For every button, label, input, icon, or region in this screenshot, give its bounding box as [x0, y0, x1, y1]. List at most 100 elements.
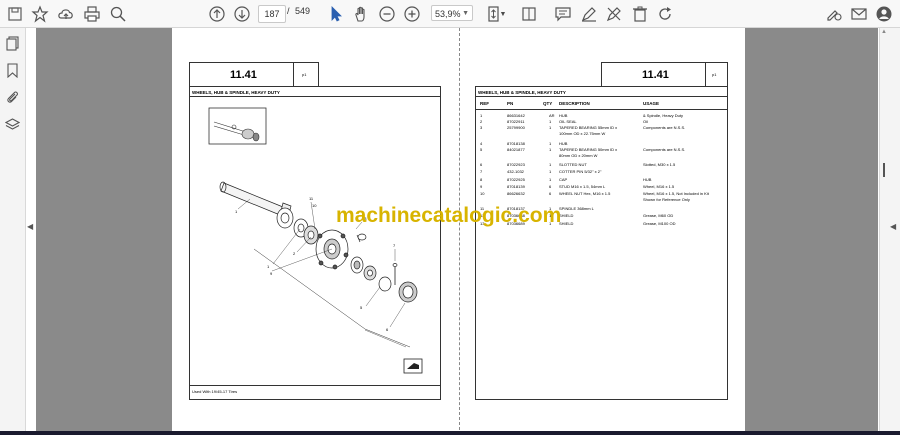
chevron-down-icon[interactable]: ▼ [498, 4, 508, 24]
right-prefix: p1 [712, 72, 717, 77]
cell-usage: Grease, M60 OD [643, 213, 674, 218]
left-section-number: 11.41 [230, 69, 257, 81]
col-header-pn: PN [507, 101, 514, 106]
zoom-level-select[interactable]: 53,9% ▼ [431, 5, 473, 21]
account-icon[interactable] [874, 4, 894, 24]
cell-pn: 25799900 [507, 125, 525, 130]
svg-text:7: 7 [393, 243, 396, 248]
cell-desc: SLOTTED NUT [559, 162, 587, 167]
cell-ref: 10 [480, 191, 485, 196]
svg-text:9: 9 [270, 271, 273, 276]
cell-ref: 9 [480, 184, 483, 189]
cell-desc: HUB [559, 141, 568, 146]
cell-desc: HUB [559, 113, 568, 118]
cell-qty: 6 [549, 184, 552, 189]
cell-qty: 1 [549, 119, 552, 124]
cell-desc: SPINDLE 368mm L [559, 206, 594, 211]
layers-icon[interactable] [4, 117, 21, 132]
collapse-right-panel-icon[interactable]: ◀ [890, 222, 896, 231]
zoom-out-icon[interactable] [377, 4, 397, 24]
spindle-assembly [219, 181, 418, 303]
cell-desc: 80mm OD x 20mm W [559, 153, 598, 158]
cell-usage: Grease, M100 OD [643, 221, 676, 226]
right-section-number: 11.41 [642, 69, 669, 81]
cell-qty: 1 [549, 169, 552, 174]
col-header-ref: REF [480, 101, 489, 106]
cell-desc: OIL SEAL [559, 119, 577, 124]
cell-qty: 1 [549, 177, 552, 182]
hand-tool-icon[interactable] [351, 4, 371, 24]
parts-diagram: 1121110 135679 [208, 107, 423, 374]
cell-usage: Shown for Reference Only [643, 197, 690, 202]
total-pages: 549 [295, 6, 311, 16]
right-prefix-box: p1 [705, 62, 728, 88]
comment-icon[interactable] [553, 4, 573, 24]
left-section-box: 11.41 [189, 62, 295, 88]
right-section-box: 11.41 [601, 62, 707, 88]
cell-ref: 8 [480, 177, 483, 182]
col-header-qty: QTY [543, 101, 553, 106]
page-up-icon[interactable] [207, 4, 227, 24]
cell-desc: WHEEL NUT Hex, M16 x 1.5 [559, 191, 611, 196]
svg-text:10: 10 [312, 203, 317, 208]
zoom-in-icon[interactable] [402, 4, 422, 24]
cell-pn: 86631642 [507, 113, 525, 118]
attachment-icon[interactable] [5, 90, 20, 105]
bookmark-icon[interactable] [5, 63, 20, 79]
left-page-title: WHEELS, HUB & SPINDLE, HEAVY DUTY [192, 90, 280, 95]
mail-icon[interactable] [849, 4, 869, 24]
cell-qty: AR [549, 113, 555, 118]
cell-pn: 86626632 [507, 191, 525, 196]
cell-qty: 6 [549, 191, 552, 196]
undo-rotate-icon[interactable] [655, 4, 675, 24]
cell-usage: Wheel, M16 x 1.5 [643, 184, 675, 189]
collapse-left-panel-icon[interactable]: ◀ [27, 222, 33, 231]
cell-pn: 432-1032 [507, 169, 524, 174]
watermark-text: machinecatalogic.com [336, 204, 562, 227]
cell-pn: 87018138 [507, 141, 525, 146]
trash-icon[interactable] [630, 4, 650, 24]
erase-markup-icon[interactable] [604, 4, 624, 24]
highlight-pen-icon[interactable] [579, 4, 599, 24]
cell-usage: Components are N.S.S. [643, 125, 686, 130]
print-icon[interactable] [82, 4, 102, 24]
cell-usage: Components are N.S.S. [643, 147, 686, 152]
save-icon[interactable] [5, 4, 25, 24]
cell-usage: & Spindle, Heavy Duty [643, 113, 684, 118]
cell-ref: 5 [480, 147, 483, 152]
cell-pn: 84021877 [507, 147, 525, 152]
upload-cloud-icon[interactable] [56, 4, 76, 24]
cell-desc: TAPERED BEARING 55mm ID x [559, 125, 618, 130]
cell-pn: 87018139 [507, 184, 525, 189]
cell-ref: 3 [480, 125, 483, 130]
col-header-description: DESCRIPTION [559, 101, 590, 106]
star-icon[interactable] [30, 4, 50, 24]
toolbar: 187 / 549 53,9% ▼ ▼ [0, 0, 900, 28]
scrollbar-thumb[interactable] [883, 163, 885, 177]
cell-desc: 100mm OD x 22.75mm W [559, 131, 606, 136]
left-prefix: p1 [302, 72, 307, 77]
page-number-input[interactable]: 187 [258, 5, 286, 23]
zoom-search-icon[interactable] [108, 4, 128, 24]
page-down-icon[interactable] [232, 4, 252, 24]
scroll-up-arrow-icon[interactable]: ▲ [880, 29, 888, 35]
select-cursor-icon[interactable] [326, 4, 346, 24]
header-rule [476, 109, 727, 110]
cell-usage: Oil [643, 119, 648, 124]
chevron-down-icon: ▼ [462, 10, 469, 17]
cell-pn: 87022911 [507, 119, 525, 124]
svg-text:2: 2 [293, 251, 296, 256]
edit-pdf-icon[interactable] [824, 4, 844, 24]
svg-text:5: 5 [360, 305, 363, 310]
page-thumbnails-icon[interactable] [5, 36, 20, 51]
cell-ref: 7 [480, 169, 483, 174]
page-separator: / [287, 6, 290, 16]
left-footer-rule [190, 385, 440, 386]
cell-qty: 1 [549, 162, 552, 167]
cell-qty: 1 [549, 147, 552, 152]
taskbar-strip [0, 431, 900, 435]
svg-text:1: 1 [235, 209, 238, 214]
cell-ref: 6 [480, 162, 483, 167]
cell-qty: 1 [549, 141, 552, 146]
rotate-view-icon[interactable] [519, 4, 539, 24]
